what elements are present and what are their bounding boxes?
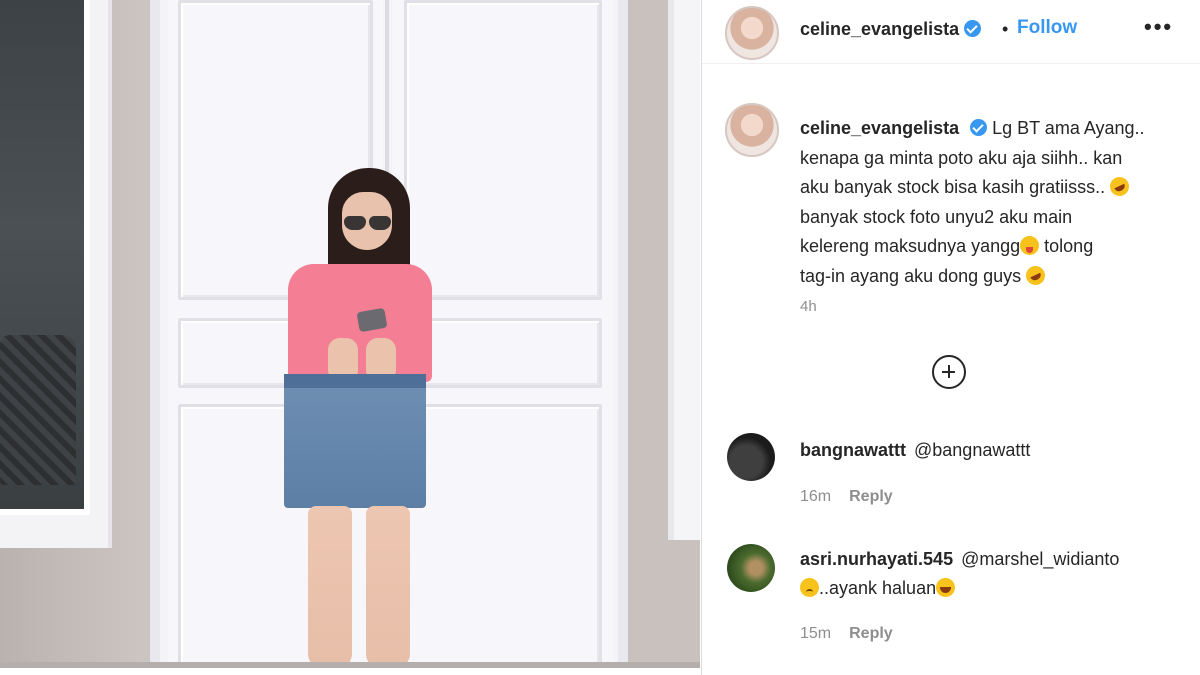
comment-item: bangnawattt @bangnawattt [800, 436, 1030, 465]
author-username-row[interactable]: celine_evangelista [800, 19, 982, 40]
chair-silhouette [0, 335, 76, 485]
comment-username[interactable]: bangnawattt [800, 440, 906, 460]
author-avatar[interactable] [725, 6, 779, 60]
comment-mention[interactable]: @marshel_widianto [961, 549, 1119, 569]
header-separator: • [1002, 19, 1009, 39]
comment-item: asri.nurhayati.545 @marshel_widianto ..ay… [800, 545, 1119, 603]
post-caption: celine_evangelista Lg BT ama Ayang.. ken… [800, 114, 1190, 291]
caption-username[interactable]: celine_evangelista [800, 118, 959, 138]
sad-emoji-icon [800, 578, 819, 597]
verified-badge-icon [970, 119, 988, 136]
caption-line: kelereng maksudnya yangg [800, 236, 1021, 256]
wall-pilaster [668, 0, 700, 540]
commenter-avatar[interactable] [727, 433, 775, 481]
rofl-emoji-icon [1023, 262, 1049, 288]
caption-avatar[interactable] [725, 103, 779, 157]
tongue-emoji-icon [1020, 236, 1040, 255]
reply-button[interactable]: Reply [849, 488, 893, 505]
caption-timestamp[interactable]: 4h [800, 298, 817, 315]
caption-line: aku banyak stock bisa kasih gratiisss.. [800, 177, 1106, 197]
comment-meta: 15m Reply [800, 625, 893, 643]
laugh-emoji-icon [936, 578, 956, 597]
comment-text: ..ayank haluan [819, 578, 937, 598]
comment-username[interactable]: asri.nurhayati.545 [800, 549, 953, 569]
author-username[interactable]: celine_evangelista [800, 19, 959, 39]
comment-timestamp[interactable]: 15m [800, 625, 831, 642]
reply-button[interactable]: Reply [849, 625, 893, 642]
caption-line: kenapa ga minta poto aku aja siihh.. kan [800, 147, 1123, 168]
person-figure [280, 168, 440, 668]
caption-line: tag-in ayang aku dong guys [800, 265, 1022, 286]
post-photo [0, 0, 700, 668]
post-sidebar: celine_evangelista • Follow ••• celine_e… [701, 0, 1200, 675]
caption-line: Lg BT ama Ayang.. [992, 118, 1145, 138]
window-frame [0, 0, 112, 548]
commenter-avatar[interactable] [727, 544, 775, 592]
comment-timestamp[interactable]: 16m [800, 488, 831, 505]
more-options-icon[interactable]: ••• [1144, 14, 1173, 40]
caption-line: banyak stock foto unyu2 aku main [800, 206, 1073, 227]
verified-badge-icon [964, 20, 982, 37]
caption-line: tolong [1044, 236, 1094, 256]
comment-mention[interactable]: @bangnawattt [914, 440, 1030, 460]
follow-button[interactable]: Follow [1017, 17, 1077, 39]
post-header: celine_evangelista • Follow ••• [702, 0, 1200, 64]
rofl-emoji-icon [1107, 173, 1133, 200]
comment-meta: 16m Reply [800, 488, 893, 506]
plus-circle-icon[interactable] [932, 355, 966, 389]
